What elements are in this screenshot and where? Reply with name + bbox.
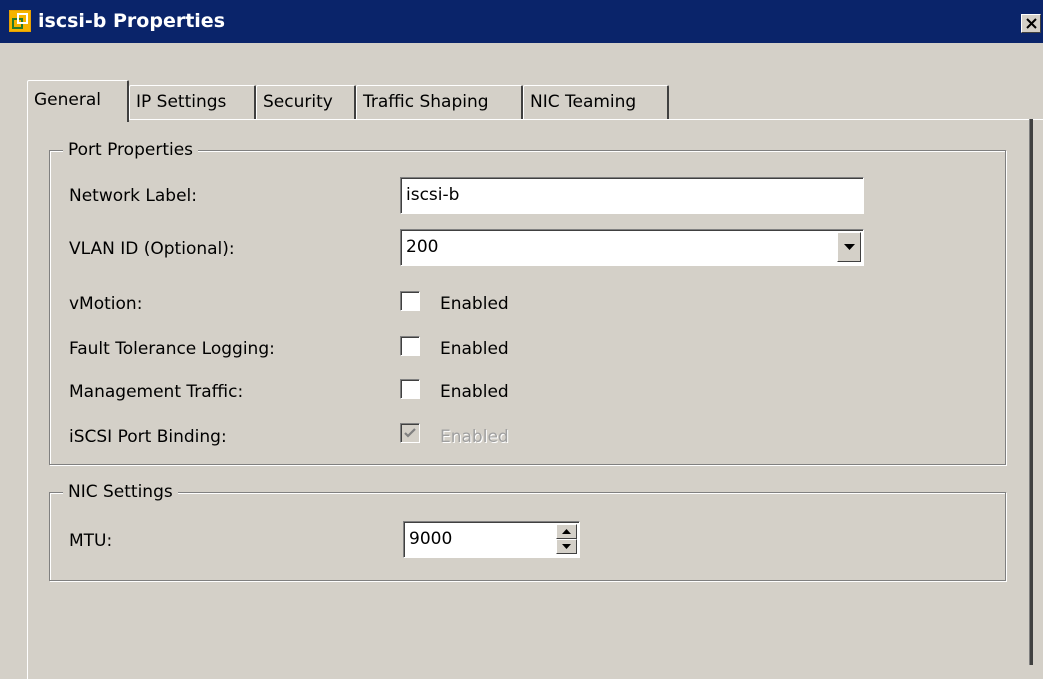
tab-security[interactable]: Security (256, 85, 356, 119)
iscsi-port-binding-checkbox (400, 423, 420, 443)
fault-tolerance-label: Fault Tolerance Logging: (69, 339, 275, 359)
tab-panel-edge (1029, 119, 1033, 665)
window-title: iscsi-b Properties (38, 10, 226, 32)
network-label-input[interactable]: iscsi-b (400, 177, 864, 214)
vmotion-label: vMotion: (69, 294, 143, 314)
management-traffic-label: Management Traffic: (69, 382, 244, 402)
mtu-label: MTU: (69, 531, 113, 551)
tab-traffic-shaping[interactable]: Traffic Shaping (356, 85, 523, 119)
checkmark-icon (404, 428, 416, 438)
fault-tolerance-checkbox-label[interactable]: Enabled (440, 338, 509, 360)
iscsi-port-binding-label: iSCSI Port Binding: (69, 427, 227, 447)
iscsi-port-binding-checkbox-label: Enabled (440, 427, 509, 447)
management-traffic-checkbox[interactable] (400, 379, 420, 399)
tab-ip-settings[interactable]: IP Settings (129, 85, 256, 119)
title-bar: iscsi-b Properties (0, 0, 1043, 43)
vmotion-checkbox-label[interactable]: Enabled (440, 293, 509, 315)
port-properties-legend: Port Properties (63, 138, 199, 162)
vlan-id-combo[interactable]: 200 (400, 229, 864, 266)
close-button[interactable] (1021, 14, 1041, 33)
tab-nic-teaming[interactable]: NIC Teaming (523, 85, 669, 119)
vlan-id-dropdown-button[interactable] (837, 232, 861, 262)
tab-general[interactable]: General (27, 80, 129, 122)
mtu-spinner[interactable]: 9000 (403, 521, 580, 558)
arrow-up-icon (562, 529, 571, 534)
close-icon (1026, 18, 1037, 29)
nic-settings-legend: NIC Settings (63, 480, 178, 504)
chevron-down-icon (844, 244, 855, 250)
vlan-id-value: 200 (406, 237, 439, 257)
vlan-id-label: VLAN ID (Optional): (69, 239, 235, 259)
vsphere-app-icon (9, 10, 31, 32)
mtu-decrement-button[interactable] (556, 539, 577, 554)
vmotion-checkbox[interactable] (400, 291, 420, 311)
fault-tolerance-checkbox[interactable] (400, 336, 420, 356)
mtu-value: 9000 (409, 529, 453, 549)
arrow-down-icon (562, 544, 571, 549)
mtu-increment-button[interactable] (556, 524, 577, 539)
network-label-label: Network Label: (69, 186, 197, 206)
management-traffic-checkbox-label[interactable]: Enabled (440, 381, 509, 403)
